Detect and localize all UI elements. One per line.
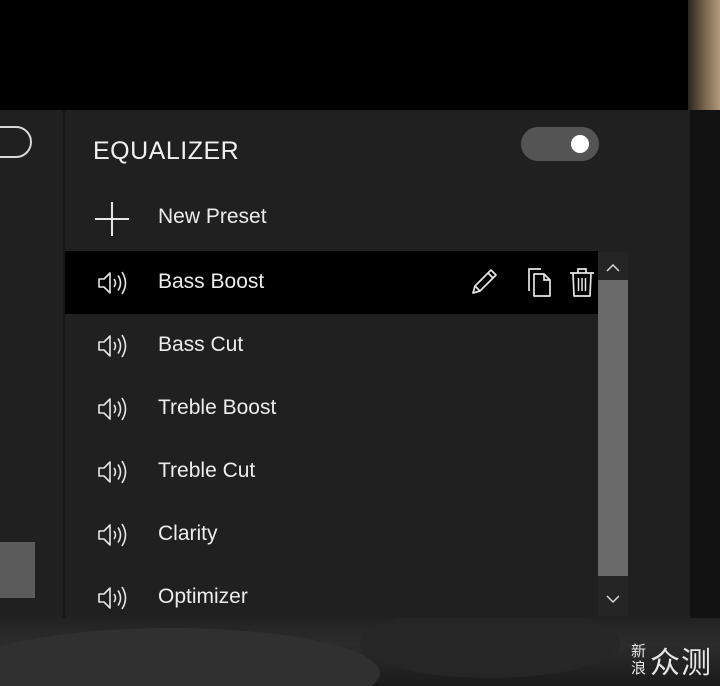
speaker-icon xyxy=(98,397,127,421)
chevron-up-icon xyxy=(606,263,620,272)
speaker-icon xyxy=(98,523,127,547)
left-slider-block[interactable] xyxy=(0,542,35,598)
preset-item-treble-cut[interactable]: Treble Cut xyxy=(65,440,598,503)
preset-label: Treble Boost xyxy=(158,396,277,419)
left-toggle[interactable] xyxy=(0,126,32,158)
left-panel xyxy=(0,110,63,618)
chevron-down-icon xyxy=(606,594,620,603)
equalizer-title: EQUALIZER xyxy=(93,137,240,165)
preset-item-clarity[interactable]: Clarity xyxy=(65,503,598,566)
pencil-icon[interactable] xyxy=(467,265,501,299)
preset-list: Bass Boost Bass Cut Treble Boost Treble … xyxy=(65,251,598,618)
equalizer-toggle[interactable] xyxy=(521,127,599,161)
scroll-thumb[interactable] xyxy=(598,280,628,576)
scroll-up-button[interactable] xyxy=(598,256,628,278)
watermark: 新 浪 众测 xyxy=(631,638,712,682)
new-preset-button[interactable]: New Preset xyxy=(65,188,598,250)
speaker-icon xyxy=(98,460,127,484)
scroll-down-button[interactable] xyxy=(598,588,628,610)
watermark-small-bottom: 浪 xyxy=(631,660,647,677)
new-preset-label: New Preset xyxy=(158,205,267,228)
preset-label: Bass Boost xyxy=(158,270,265,293)
watermark-small-top: 新 xyxy=(631,643,647,660)
plus-icon xyxy=(95,202,129,236)
copy-icon[interactable] xyxy=(523,265,557,299)
background-photo-edge xyxy=(688,0,720,125)
speaker-icon xyxy=(98,586,127,610)
preset-item-treble-boost[interactable]: Treble Boost xyxy=(65,377,598,440)
preset-item-optimizer[interactable]: Optimizer xyxy=(65,566,598,618)
preset-label: Optimizer xyxy=(158,585,248,608)
preset-label: Clarity xyxy=(158,522,218,545)
window-edge xyxy=(690,110,720,630)
preset-item-bass-boost[interactable]: Bass Boost xyxy=(65,251,598,314)
speaker-icon xyxy=(98,271,127,295)
watermark-big: 众测 xyxy=(650,647,713,680)
watermark-small: 新 浪 xyxy=(631,643,646,677)
toggle-knob xyxy=(571,135,589,153)
preset-label: Treble Cut xyxy=(158,459,256,482)
preset-item-bass-cut[interactable]: Bass Cut xyxy=(65,314,598,377)
preset-label: Bass Cut xyxy=(158,333,244,356)
top-black-area xyxy=(0,0,688,110)
trash-icon[interactable] xyxy=(565,265,598,299)
equalizer-panel: EQUALIZER New Preset Bass Boost Bass Cut… xyxy=(65,110,690,618)
preset-scrollbar[interactable] xyxy=(598,252,628,616)
background-photo-bottom xyxy=(0,618,720,686)
speaker-icon xyxy=(98,334,127,358)
